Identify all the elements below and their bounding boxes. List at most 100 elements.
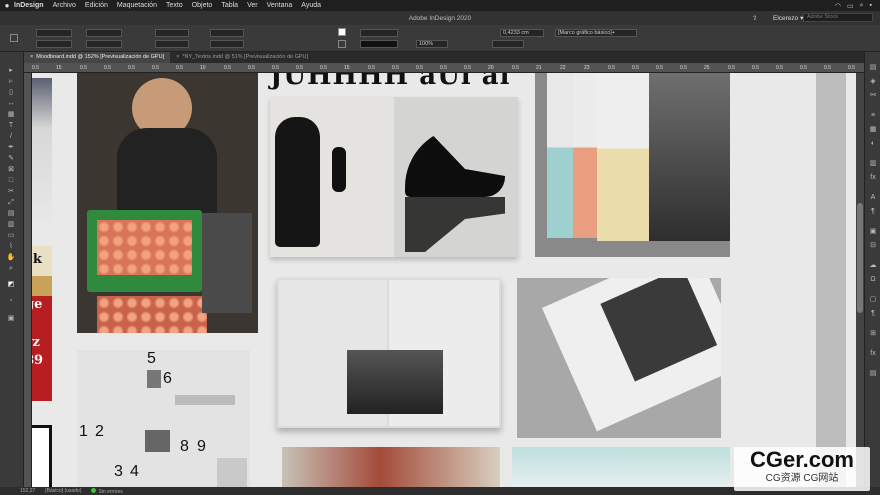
opacity-field[interactable]: 100% bbox=[416, 40, 448, 48]
rectangle-tool-icon[interactable]: □ bbox=[5, 176, 17, 185]
paragraph-styles-icon[interactable]: ¶ bbox=[868, 310, 878, 318]
eyedropper-tool-icon[interactable]: ⌇ bbox=[5, 242, 17, 251]
preflight-profile[interactable]: [Básico] (usado) bbox=[45, 488, 81, 494]
shear-field[interactable] bbox=[210, 40, 244, 48]
note-tool-icon[interactable]: ▭ bbox=[5, 231, 17, 240]
poster-image[interactable]: ck ge yz 89 bbox=[32, 246, 52, 401]
pages-panel-icon[interactable]: ▤ bbox=[868, 64, 878, 72]
gap-tool-icon[interactable]: ↔ bbox=[5, 99, 17, 108]
stroke-panel-icon[interactable]: ≡ bbox=[868, 112, 878, 120]
formatting-icon[interactable]: ▫ bbox=[5, 296, 17, 305]
menu-ventana[interactable]: Ventana bbox=[267, 2, 293, 9]
page-tool-icon[interactable]: ▯ bbox=[5, 88, 17, 97]
app-menu[interactable]: InDesign bbox=[14, 2, 44, 9]
fill-swatch-icon[interactable] bbox=[338, 28, 346, 36]
cropped-image-left-bottom[interactable] bbox=[32, 425, 52, 487]
share-icon[interactable]: ⇧ bbox=[752, 14, 757, 22]
document-canvas[interactable]: JUHHHH aUl al ck ge yz 89 bbox=[32, 73, 864, 487]
align-panel-icon[interactable]: ⊟ bbox=[868, 242, 878, 250]
books-photo[interactable] bbox=[535, 73, 730, 257]
flag-icon[interactable]: ▪ bbox=[870, 2, 872, 10]
vertical-scrollbar[interactable] bbox=[856, 73, 864, 487]
tab-moodboard[interactable]: × Moodboard.indd @ 152% [Previsualizació… bbox=[24, 52, 171, 63]
direct-selection-tool-icon[interactable]: ▹ bbox=[5, 77, 17, 86]
frame-style-select[interactable]: [Marco gráfico básico]+ bbox=[555, 29, 637, 37]
hand-tool-icon[interactable]: ✋ bbox=[5, 253, 17, 262]
menu-archivo[interactable]: Archivo bbox=[53, 2, 76, 9]
apple-icon[interactable]: ● bbox=[0, 1, 14, 10]
cc-libraries-icon[interactable]: ☁ bbox=[868, 262, 878, 270]
pen-tool-icon[interactable]: ✒ bbox=[5, 143, 17, 152]
color-panel-icon[interactable]: ◐ bbox=[868, 140, 878, 148]
zoom-readout[interactable]: 152,27 bbox=[20, 488, 35, 494]
swatches-panel-icon[interactable]: ▦ bbox=[868, 126, 878, 134]
screen-mode-icon[interactable]: ▣ bbox=[5, 314, 17, 323]
street-photo[interactable] bbox=[282, 447, 500, 487]
height-field[interactable] bbox=[86, 40, 122, 48]
scissors-tool-icon[interactable]: ✂ bbox=[5, 187, 17, 196]
type-tool-icon[interactable]: T bbox=[5, 121, 17, 130]
character-panel-icon[interactable]: A bbox=[868, 194, 878, 202]
workspace-switcher[interactable]: Elcerezo ▾ bbox=[773, 14, 803, 22]
pencil-tool-icon[interactable]: ✎ bbox=[5, 154, 17, 163]
wifi-icon[interactable]: ◠ bbox=[835, 2, 841, 10]
field-book-photo[interactable] bbox=[517, 278, 721, 438]
scale-y-field[interactable] bbox=[155, 40, 189, 48]
text-wrap-panel-icon[interactable]: ▣ bbox=[868, 228, 878, 236]
content-collector-icon[interactable]: ▦ bbox=[5, 110, 17, 119]
free-transform-tool-icon[interactable]: ⤢ bbox=[5, 198, 17, 207]
gradient-tool-icon[interactable]: ▤ bbox=[5, 209, 17, 218]
menu-ayuda[interactable]: Ayuda bbox=[301, 2, 321, 9]
y-position-field[interactable] bbox=[36, 40, 72, 48]
paragraph-panel-icon[interactable]: ¶ bbox=[868, 208, 878, 216]
search-menu-icon[interactable]: ⌕ bbox=[860, 2, 864, 10]
sky-photo[interactable] bbox=[512, 447, 730, 487]
battery-icon[interactable]: ▭ bbox=[847, 2, 854, 10]
cell-styles-icon[interactable]: ▤ bbox=[868, 370, 878, 378]
x-position-field[interactable] bbox=[36, 29, 72, 37]
menu-texto[interactable]: Texto bbox=[166, 2, 183, 9]
gradient-panel-icon[interactable]: ▥ bbox=[868, 160, 878, 168]
ruler-tick: 0.5 bbox=[80, 65, 87, 71]
stroke-type-select[interactable] bbox=[360, 40, 398, 48]
menu-maquetacion[interactable]: Maquetación bbox=[117, 2, 157, 9]
line-tool-icon[interactable]: / bbox=[5, 132, 17, 141]
fill-stroke-icon[interactable]: ◩ bbox=[5, 280, 17, 289]
scrollbar-thumb[interactable] bbox=[857, 203, 863, 313]
horizontal-ruler[interactable]: 0.5 15 0.5 0.5 0.5 0.5 0.5 10 0.5 0.5 0.… bbox=[24, 63, 864, 73]
market-photo[interactable] bbox=[77, 73, 258, 333]
stock-search-input[interactable]: Adobe Stock bbox=[803, 13, 873, 22]
reference-point-icon[interactable] bbox=[10, 34, 18, 42]
menu-ver[interactable]: Ver bbox=[247, 2, 258, 9]
menu-edicion[interactable]: Edición bbox=[85, 2, 108, 9]
tab-ny-textos[interactable]: × *NY_Textos.indd @ 51% [Previsualizació… bbox=[170, 52, 314, 63]
links-panel-icon[interactable]: ⚯ bbox=[868, 92, 878, 100]
effects-fx-icon[interactable]: fx bbox=[868, 350, 878, 358]
scale-x-field[interactable] bbox=[155, 29, 189, 37]
vertical-ruler[interactable] bbox=[24, 73, 32, 487]
rotation-field[interactable] bbox=[210, 29, 244, 37]
glyphs-panel-icon[interactable]: Ω bbox=[868, 276, 878, 284]
close-icon[interactable]: × bbox=[30, 52, 33, 63]
rectangle-frame-tool-icon[interactable]: ⊠ bbox=[5, 165, 17, 174]
stroke-weight-select[interactable] bbox=[360, 29, 398, 37]
preflight-status[interactable]: Sin errores bbox=[91, 487, 123, 495]
width-field[interactable] bbox=[86, 29, 122, 37]
selection-tool-icon[interactable]: ▸ bbox=[5, 66, 17, 75]
gradient-feather-tool-icon[interactable]: ▥ bbox=[5, 220, 17, 229]
subway-book-image[interactable] bbox=[277, 278, 501, 428]
layers-panel-icon[interactable]: ◈ bbox=[868, 78, 878, 86]
zoom-field[interactable] bbox=[492, 40, 524, 48]
fashion-spread-image[interactable] bbox=[270, 97, 518, 257]
menu-tabla[interactable]: Tabla bbox=[221, 2, 238, 9]
grid-poster-image[interactable]: 5 6 1 2 8 9 3 4 bbox=[77, 350, 250, 487]
menu-objeto[interactable]: Objeto bbox=[192, 2, 213, 9]
cropped-image-left-top[interactable] bbox=[32, 78, 52, 223]
stroke-weight-cm-field[interactable]: 0,4233 cm bbox=[500, 29, 544, 37]
effects-panel-icon[interactable]: fx bbox=[868, 174, 878, 182]
close-icon[interactable]: × bbox=[176, 52, 179, 63]
table-panel-icon[interactable]: ⊞ bbox=[868, 330, 878, 338]
zoom-tool-icon[interactable]: ⌕ bbox=[5, 264, 17, 273]
stroke-swatch-icon[interactable] bbox=[338, 40, 346, 48]
object-styles-icon[interactable]: ▢ bbox=[868, 296, 878, 304]
